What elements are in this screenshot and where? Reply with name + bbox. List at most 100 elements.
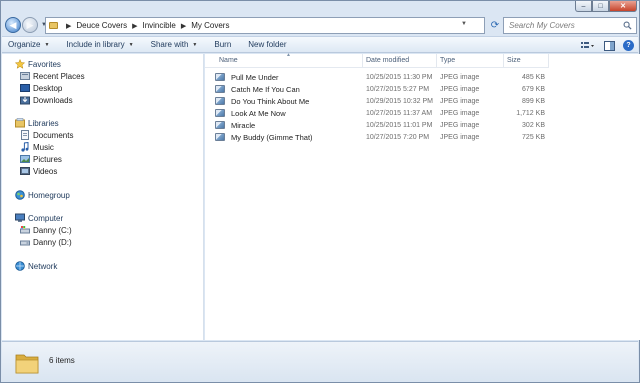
column-divider[interactable] — [548, 54, 549, 67]
file-name: Pull Me Under — [231, 72, 279, 82]
new-folder-button[interactable]: New folder — [248, 40, 286, 49]
file-name: Do You Think About Me — [231, 96, 310, 106]
change-view-button[interactable] — [581, 40, 595, 52]
preview-pane-button[interactable] — [602, 40, 616, 52]
forward-arrow-icon: ▶ — [26, 19, 34, 30]
music-icon — [21, 142, 29, 152]
file-row[interactable]: Catch Me If You Can 10/27/2015 5:27 PM J… — [215, 83, 549, 95]
file-row[interactable]: Do You Think About Me 10/29/2015 10:32 P… — [215, 95, 549, 107]
file-name: Look At Me Now — [231, 108, 286, 118]
search-icon[interactable] — [623, 21, 632, 30]
nav-computer[interactable]: Computer — [15, 213, 63, 223]
search-input[interactable] — [509, 21, 619, 30]
breadcrumb-invincible[interactable]: Invincible — [142, 21, 175, 30]
file-row[interactable]: My Buddy (Gimme That) 10/27/2015 7:20 PM… — [215, 131, 549, 143]
share-with-menu[interactable]: Share with ▼ — [151, 40, 198, 49]
column-date-modified[interactable]: Date modified — [366, 57, 409, 64]
column-divider[interactable] — [503, 54, 504, 67]
close-button[interactable]: ✕ — [609, 1, 637, 12]
nav-documents-label: Documents — [33, 130, 74, 140]
new-folder-label: New folder — [248, 40, 287, 49]
nav-music-label: Music — [33, 142, 54, 152]
nav-desktop[interactable]: Desktop — [20, 83, 62, 93]
nav-libraries-label: Libraries — [28, 118, 59, 128]
chevron-down-icon: ▼ — [128, 41, 134, 48]
organize-label: Organize — [8, 40, 41, 49]
help-button[interactable]: ? — [623, 40, 634, 51]
file-size: 899 KB — [522, 97, 545, 105]
file-row[interactable]: Pull Me Under 10/25/2015 11:30 PM JPEG i… — [215, 71, 549, 83]
back-button[interactable]: ◀ — [5, 17, 21, 33]
nav-favorites[interactable]: Favorites — [15, 59, 61, 69]
navigation-pane: Favorites Recent Places Desktop Download… — [2, 54, 204, 340]
minimize-button[interactable]: – — [575, 1, 592, 12]
close-icon: ✕ — [620, 3, 626, 10]
nav-homegroup-label: Homegroup — [28, 190, 70, 200]
nav-pictures[interactable]: Pictures — [20, 154, 62, 164]
file-date: 10/25/2015 11:30 PM — [366, 73, 433, 81]
command-bar: Organize ▼ Include in library ▼ Share with… — [2, 36, 638, 53]
nav-recent-places-label: Recent Places — [33, 71, 85, 81]
file-type: JPEG image — [440, 133, 480, 141]
videos-icon — [20, 167, 30, 175]
nav-drive-d[interactable]: Danny (D:) — [20, 237, 72, 247]
nav-homegroup[interactable]: Homegroup — [15, 190, 70, 200]
nav-drive-d-label: Danny (D:) — [33, 237, 72, 247]
file-type: JPEG image — [440, 109, 480, 117]
libraries-icon — [15, 118, 25, 128]
jpeg-file-icon — [215, 109, 225, 117]
window-controls: – □ ✕ — [575, 1, 637, 12]
nav-videos[interactable]: Videos — [20, 166, 57, 176]
jpeg-file-icon — [215, 73, 225, 81]
chevron-down-icon: ▼ — [192, 41, 198, 48]
file-row[interactable]: Miracle 10/25/2015 11:01 PM JPEG image 3… — [215, 119, 549, 131]
file-date: 10/29/2015 10:32 PM — [366, 97, 433, 105]
refresh-button[interactable]: ⟳ — [488, 17, 502, 34]
nav-desktop-label: Desktop — [33, 83, 63, 93]
jpeg-file-icon — [215, 97, 225, 105]
file-size: 725 KB — [522, 133, 545, 141]
homegroup-icon — [15, 190, 25, 200]
burn-button[interactable]: Burn — [214, 40, 231, 49]
nav-documents[interactable]: Documents — [20, 130, 73, 140]
column-divider[interactable] — [436, 54, 437, 67]
file-type: JPEG image — [440, 73, 480, 81]
nav-drive-c[interactable]: Danny (C:) — [20, 225, 72, 235]
desktop-icon — [20, 84, 30, 92]
breadcrumb-my-covers[interactable]: My Covers — [191, 21, 229, 30]
breadcrumb-separator-icon[interactable]: ▶ — [132, 22, 137, 30]
chevron-down-icon: ▼ — [44, 41, 50, 48]
nav-downloads[interactable]: Downloads — [20, 95, 73, 105]
file-date: 10/27/2015 5:27 PM — [366, 85, 430, 93]
nav-network[interactable]: Network — [15, 261, 57, 271]
nav-network-label: Network — [28, 261, 58, 271]
sort-ascending-icon: ▲ — [286, 52, 291, 58]
column-size[interactable]: Size — [507, 57, 521, 64]
jpeg-file-icon — [215, 121, 225, 129]
maximize-button[interactable]: □ — [592, 1, 609, 12]
network-icon — [15, 261, 25, 271]
file-size: 679 KB — [522, 85, 545, 93]
file-date: 10/27/2015 7:20 PM — [366, 133, 430, 141]
column-name[interactable]: Name — [219, 57, 238, 64]
nav-libraries[interactable]: Libraries — [15, 118, 59, 128]
nav-recent-places[interactable]: Recent Places — [20, 71, 85, 81]
address-row: ◀ ▶ ▼ ▶ Deuce Covers ▶ Invincible ▶ My C… — [5, 15, 637, 35]
search-box[interactable] — [503, 17, 637, 34]
file-row[interactable]: Look At Me Now 10/27/2015 11:37 AM JPEG … — [215, 107, 549, 119]
address-history-dropdown-icon[interactable]: ▼ — [461, 21, 467, 27]
file-name: Miracle — [231, 120, 256, 130]
forward-button[interactable]: ▶ — [22, 17, 38, 33]
file-list-pane: ▲ Name Date modified Type Size Pull Me U… — [205, 52, 640, 340]
column-type[interactable]: Type — [440, 57, 455, 64]
address-bar[interactable]: ▶ Deuce Covers ▶ Invincible ▶ My Covers … — [45, 17, 485, 34]
folder-icon — [15, 354, 39, 374]
breadcrumb-deuce-covers[interactable]: Deuce Covers — [76, 21, 127, 30]
organize-menu[interactable]: Organize ▼ — [8, 40, 49, 49]
breadcrumb-separator-icon[interactable]: ▶ — [181, 22, 186, 30]
column-divider[interactable] — [362, 54, 363, 67]
nav-music[interactable]: Music — [20, 142, 54, 152]
include-in-library-menu[interactable]: Include in library ▼ — [66, 40, 133, 49]
jpeg-file-icon — [215, 85, 225, 93]
breadcrumb-separator-icon[interactable]: ▶ — [66, 22, 71, 30]
